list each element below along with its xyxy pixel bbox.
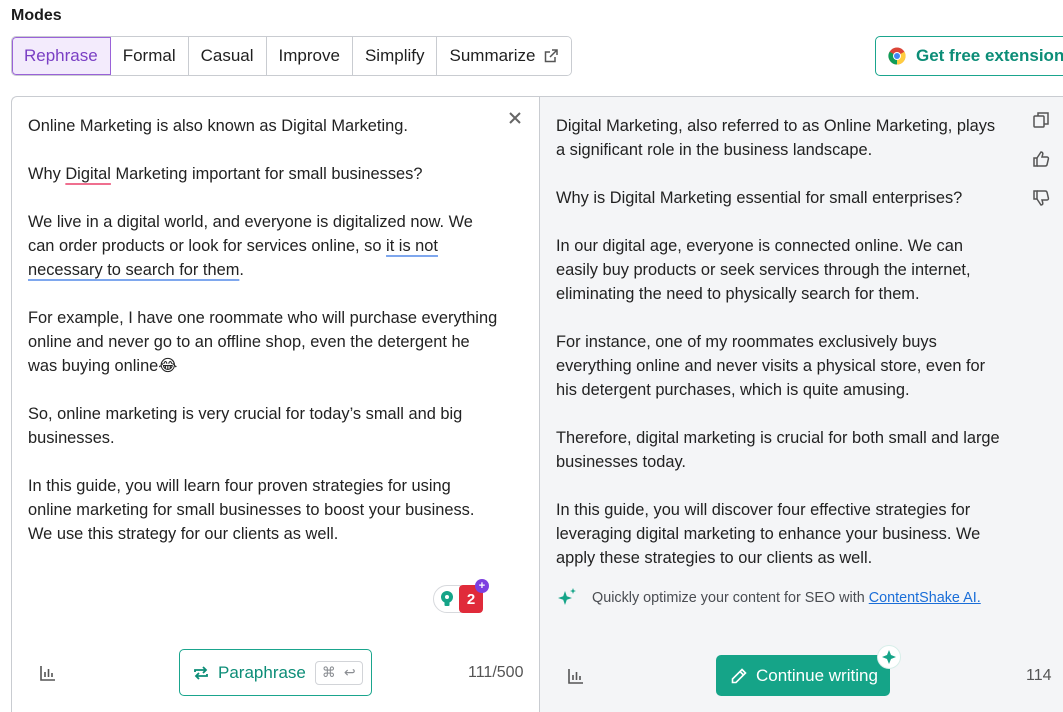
output-word-count: 114 (1026, 667, 1052, 684)
contentshake-link[interactable]: ContentShake AI. (869, 590, 981, 606)
mode-label: Improve (278, 46, 340, 65)
input-paragraph: For example, I have one roommate who wil… (28, 309, 498, 375)
output-paragraph: Why is Digital Marketing essential for s… (556, 189, 963, 207)
output-paragraph: Digital Marketing, also referred to as O… (556, 117, 996, 159)
output-actions (1032, 111, 1052, 228)
mode-formal-button[interactable]: Formal (110, 37, 189, 75)
text-span: Marketing important for small businesses… (110, 165, 423, 183)
input-paragraph: Why Digital Marketing important for smal… (28, 162, 498, 186)
mode-simplify-button[interactable]: Simplify (352, 37, 438, 75)
stats-icon[interactable] (567, 667, 585, 685)
modes-title: Modes (11, 7, 62, 24)
paraphrase-label: Paraphrase (218, 662, 306, 682)
mode-tabs: Rephrase Formal Casual Improve Simplify … (11, 36, 573, 76)
word-counter: 111/500 (468, 664, 524, 681)
mode-label: Casual (200, 46, 254, 65)
input-paragraph: In this guide, you will learn four prove… (28, 477, 475, 543)
seo-promo: Quickly optimize your content for SEO wi… (556, 587, 981, 609)
mode-summarize-button[interactable]: Summarize (437, 37, 572, 75)
cmd-key: ⌘ (321, 664, 336, 680)
input-text-area[interactable]: Online Marketing is also known as Digita… (28, 114, 498, 570)
paraphrase-button[interactable]: Paraphrase ⌘ ↩ (179, 649, 372, 696)
plus-icon: + (475, 579, 489, 593)
input-paragraph: We live in a digital world, and everyone… (28, 210, 498, 282)
mode-casual-button[interactable]: Casual (188, 37, 267, 75)
mode-improve-button[interactable]: Improve (266, 37, 353, 75)
shortcut-hint: ⌘ ↩ (314, 660, 363, 685)
chrome-icon (888, 47, 906, 65)
bulb-icon (433, 585, 461, 613)
output-paragraph: In this guide, you will discover four ef… (556, 501, 981, 567)
get-extension-button[interactable]: Get free extension (875, 36, 1063, 76)
output-text: Digital Marketing, also referred to as O… (556, 114, 1006, 594)
ai-assistant-icon[interactable] (877, 645, 901, 669)
issues-badge[interactable]: 2 + (433, 579, 489, 613)
input-paragraph: Online Marketing is also known as Digita… (28, 117, 408, 135)
sparkle-icon (558, 588, 576, 605)
text-span: Why (28, 165, 66, 183)
input-paragraph: So, online marketing is very crucial for… (28, 405, 463, 447)
mode-label: Simplify (364, 46, 425, 65)
copy-icon[interactable] (1032, 111, 1050, 129)
extension-label: Get free extension (916, 46, 1063, 65)
enter-key: ↩ (343, 664, 356, 680)
input-panel[interactable]: Online Marketing is also known as Digita… (11, 96, 540, 712)
thumbs-down-icon[interactable] (1032, 189, 1050, 207)
pen-icon (731, 667, 747, 683)
output-paragraph: Therefore, digital marketing is crucial … (556, 429, 1000, 471)
output-paragraph: For instance, one of my roommates exclus… (556, 333, 986, 399)
thumbs-up-icon[interactable] (1032, 150, 1050, 168)
mode-label: Rephrase (24, 46, 98, 65)
clear-text-icon[interactable] (508, 111, 522, 125)
external-link-icon (545, 49, 559, 63)
continue-writing-button[interactable]: Continue writing (716, 655, 890, 696)
output-panel: Digital Marketing, also referred to as O… (539, 96, 1063, 712)
stats-icon[interactable] (39, 664, 57, 682)
mode-label: Formal (122, 46, 176, 65)
seo-text: Quickly optimize your content for SEO wi… (592, 590, 865, 606)
mode-rephrase-button[interactable]: Rephrase (12, 37, 111, 75)
repeat-icon (194, 665, 208, 680)
output-paragraph: In our digital age, everyone is connecte… (556, 237, 971, 303)
continue-label: Continue writing (756, 665, 878, 685)
mode-label: Summarize (449, 46, 536, 65)
text-span: . (239, 261, 244, 279)
spelling-flag[interactable]: Digital (65, 165, 111, 183)
